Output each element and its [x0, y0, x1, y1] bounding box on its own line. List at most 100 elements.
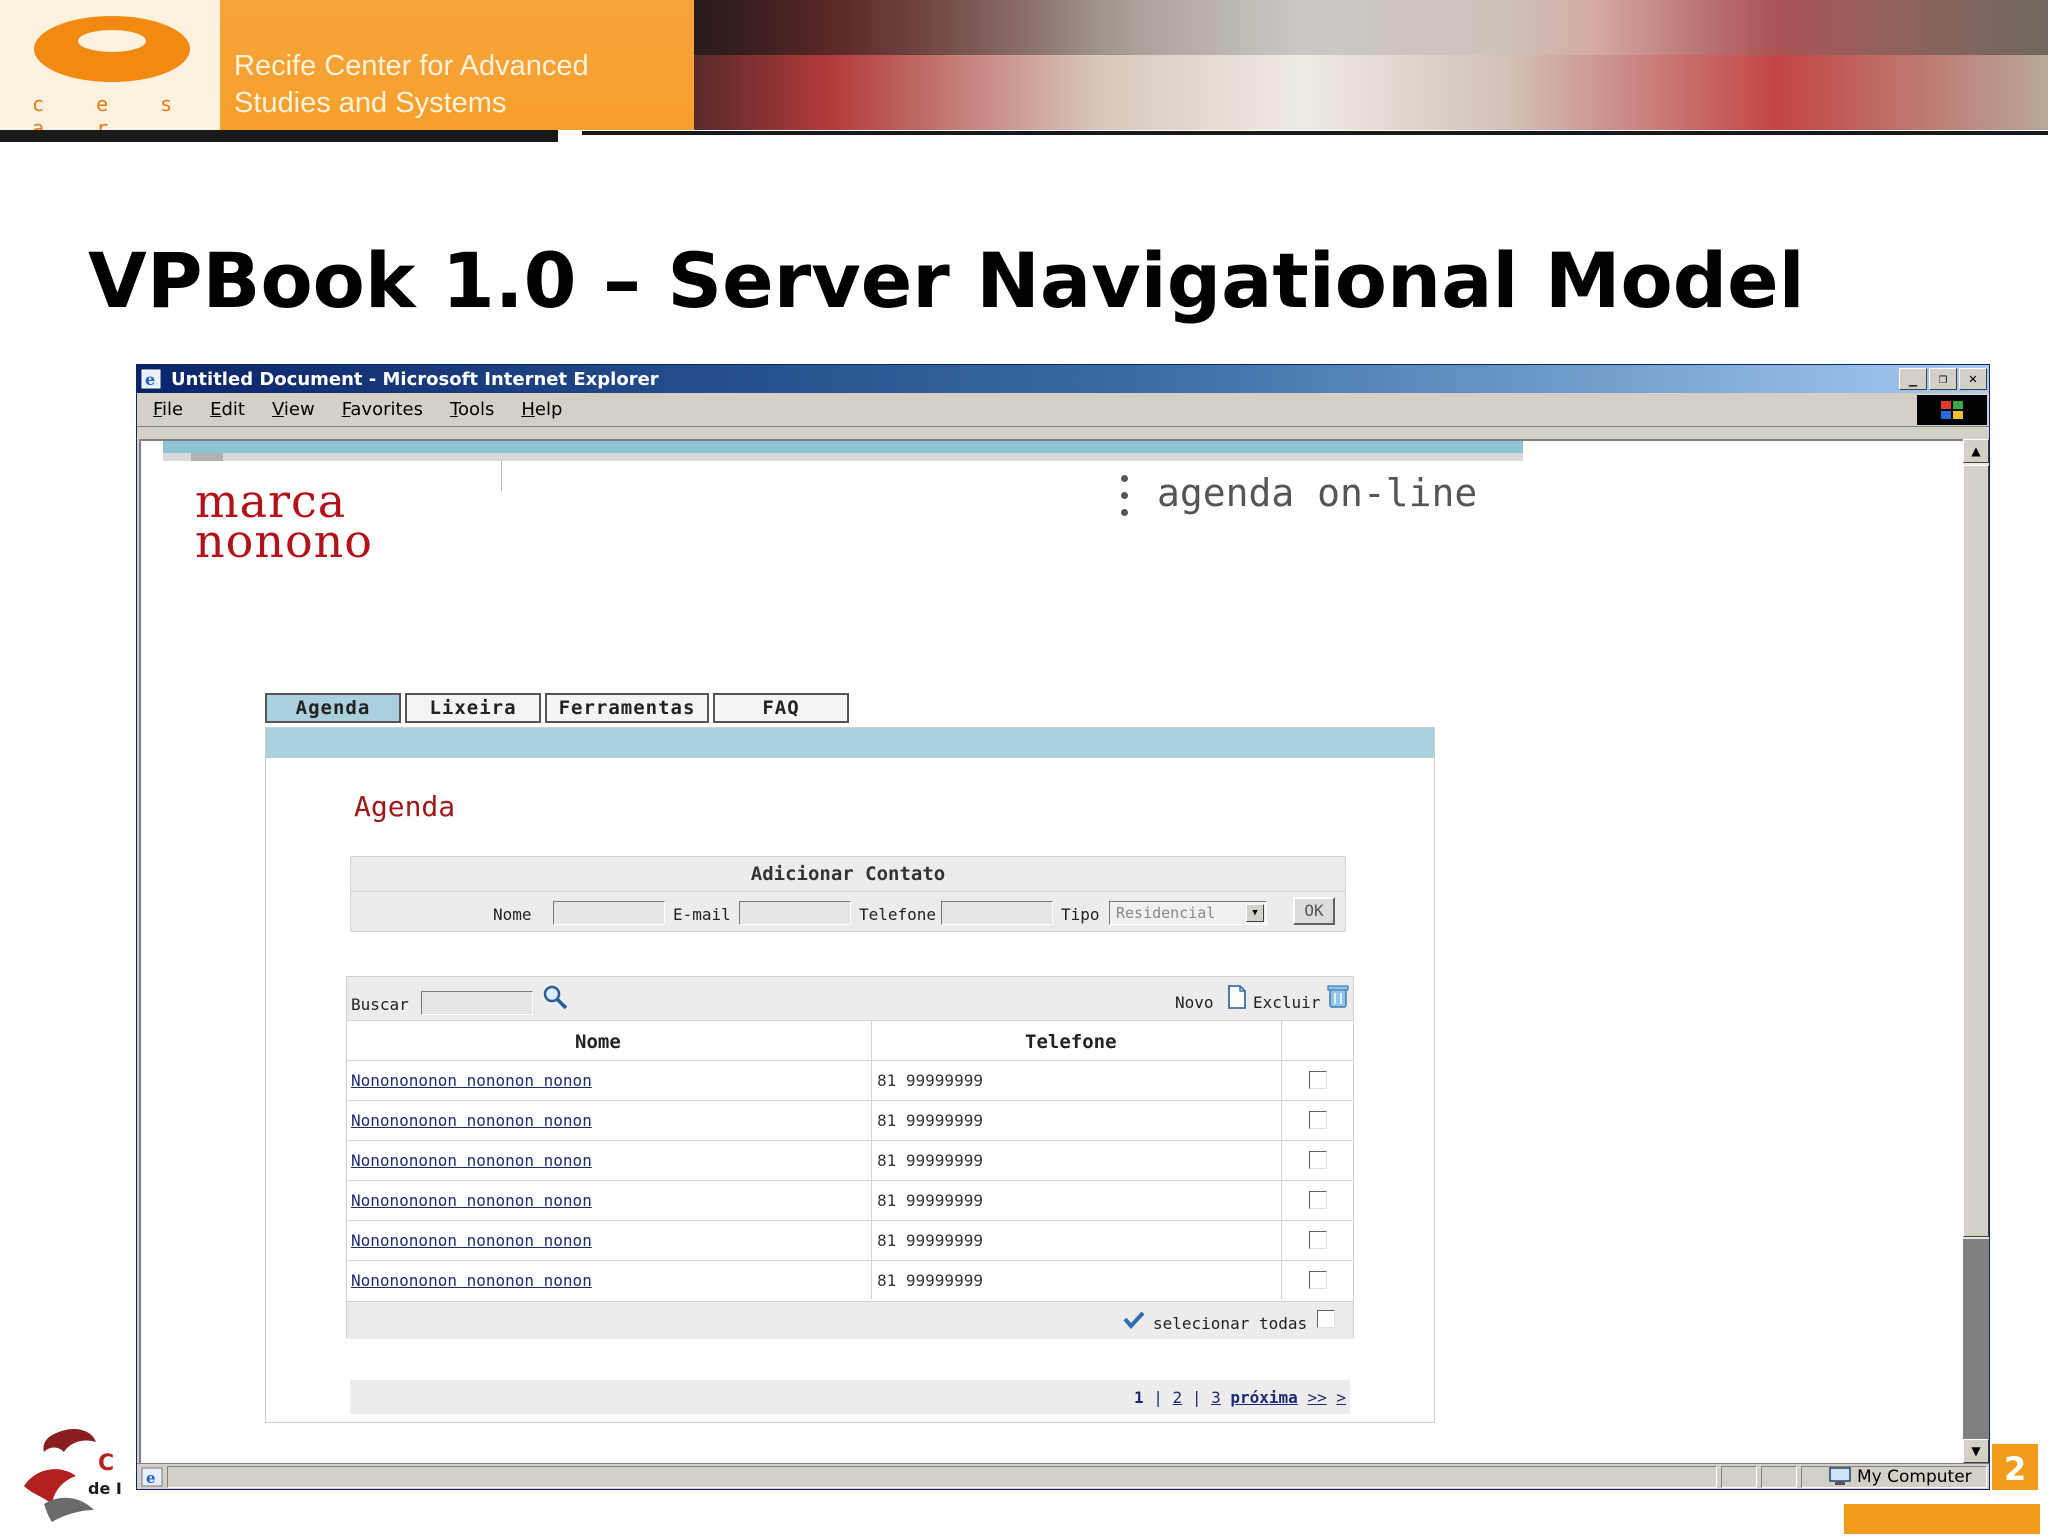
- list-header: Nome Telefone: [347, 1021, 1353, 1061]
- banner-rule-thin: [582, 131, 2048, 135]
- contact-list: Buscar Novo Excluir Nome Telefone Nonono…: [346, 976, 1354, 1339]
- row-checkbox[interactable]: [1309, 1151, 1327, 1169]
- page-viewport: marca nonono agenda on-line Agenda Lixei…: [139, 439, 1963, 1463]
- name-label: Nome: [493, 905, 532, 924]
- slide-banner: c e s a r Recife Center for Advanced Stu…: [0, 0, 2048, 140]
- cin-logo-icon: C de I: [24, 1428, 122, 1522]
- column-header-name[interactable]: Nome: [575, 1031, 621, 1053]
- menu-tools[interactable]: Tools: [450, 399, 494, 420]
- page-3-link[interactable]: 3: [1211, 1388, 1221, 1407]
- content-panel: Agenda Adicionar Contato Nome E-mail Tel…: [265, 727, 1435, 1423]
- tab-faq[interactable]: FAQ: [713, 693, 849, 723]
- table-row: Nononononon nononon nonon 81 99999999: [347, 1181, 1353, 1221]
- contact-name-link[interactable]: Nononononon nononon nonon: [351, 1111, 592, 1130]
- brand-line2: nonono: [195, 514, 373, 568]
- svg-text:e: e: [145, 370, 155, 389]
- menu-view[interactable]: View: [272, 399, 315, 420]
- page-2-link[interactable]: 2: [1173, 1388, 1183, 1407]
- minimize-icon[interactable]: _: [1899, 368, 1927, 390]
- contact-name-link[interactable]: Nononononon nononon nonon: [351, 1191, 592, 1210]
- menu-favorites[interactable]: Favorites: [342, 399, 423, 420]
- pagination: 1 | 2 | 3 próxima >> >: [350, 1380, 1350, 1414]
- last-page-link[interactable]: >>: [1307, 1388, 1326, 1407]
- select-all-checkbox[interactable]: [1317, 1310, 1335, 1328]
- ok-button[interactable]: OK: [1293, 897, 1335, 925]
- page-1[interactable]: 1: [1134, 1388, 1144, 1407]
- section-title: Agenda: [354, 790, 456, 823]
- contact-phone: 81 99999999: [877, 1151, 983, 1170]
- pagination-links: 1 | 2 | 3 próxima >> >: [1134, 1388, 1346, 1407]
- row-checkbox[interactable]: [1309, 1111, 1327, 1129]
- app-title: agenda on-line: [1157, 471, 1478, 515]
- window-controls: _ ❐ ✕: [1899, 368, 1987, 390]
- list-toolbar: Buscar Novo Excluir: [347, 977, 1353, 1021]
- page-top-stripe: [163, 441, 1523, 453]
- window-titlebar[interactable]: e Untitled Document - Microsoft Internet…: [137, 365, 1989, 393]
- banner-orange-panel: Recife Center for Advanced Studies and S…: [220, 0, 694, 130]
- end-page-link[interactable]: >: [1336, 1388, 1346, 1407]
- banner-text: Recife Center for Advanced Studies and S…: [234, 48, 589, 122]
- panel-header-bar: [266, 728, 1434, 758]
- trash-icon[interactable]: [1327, 983, 1349, 1009]
- scroll-thumb[interactable]: [1963, 465, 1989, 1237]
- browser-window: e Untitled Document - Microsoft Internet…: [136, 364, 1990, 1490]
- checkmark-icon: [1123, 1311, 1145, 1330]
- page-top-stripe-grey: [163, 453, 1523, 461]
- contact-name-link[interactable]: Nononononon nononon nonon: [351, 1071, 592, 1090]
- contact-phone: 81 99999999: [877, 1231, 983, 1250]
- table-row: Nononononon nononon nonon 81 99999999: [347, 1261, 1353, 1301]
- type-select[interactable]: Residencial ▼: [1109, 901, 1267, 925]
- menu-file[interactable]: File: [153, 399, 183, 420]
- contact-name-link[interactable]: Nononononon nononon nonon: [351, 1271, 592, 1290]
- list-footer: selecionar todas: [347, 1301, 1353, 1339]
- search-input[interactable]: [421, 991, 533, 1015]
- tab-bar: Agenda Lixeira Ferramentas FAQ: [265, 693, 849, 723]
- cesar-logo: c e s a r: [0, 0, 220, 140]
- phone-field[interactable]: [941, 901, 1053, 925]
- row-checkbox[interactable]: [1309, 1071, 1327, 1089]
- tab-ferramentas[interactable]: Ferramentas: [545, 693, 709, 723]
- row-checkbox[interactable]: [1309, 1231, 1327, 1249]
- row-checkbox[interactable]: [1309, 1191, 1327, 1209]
- row-checkbox[interactable]: [1309, 1271, 1327, 1289]
- name-field[interactable]: [553, 901, 665, 925]
- window-title: Untitled Document - Microsoft Internet E…: [171, 369, 659, 390]
- add-contact-form: Adicionar Contato Nome E-mail Telefone T…: [350, 856, 1346, 932]
- contact-phone: 81 99999999: [877, 1271, 983, 1290]
- tab-lixeira[interactable]: Lixeira: [405, 693, 541, 723]
- search-label: Buscar: [351, 995, 409, 1014]
- next-page-link[interactable]: próxima: [1230, 1388, 1297, 1407]
- vertical-scrollbar[interactable]: ▲ ▼: [1963, 439, 1989, 1463]
- banner-text-line1: Recife Center for Advanced: [234, 50, 589, 82]
- contact-name-link[interactable]: Nononononon nononon nonon: [351, 1151, 592, 1170]
- contact-phone: 81 99999999: [877, 1071, 983, 1090]
- page-status-icon: e: [141, 1467, 163, 1487]
- type-select-value: Residencial: [1116, 904, 1216, 922]
- email-field[interactable]: [739, 901, 851, 925]
- contact-name-link[interactable]: Nononononon nononon nonon: [351, 1231, 592, 1250]
- table-row: Nononononon nononon nonon 81 99999999: [347, 1141, 1353, 1181]
- menu-help[interactable]: Help: [521, 399, 562, 420]
- banner-text-line2: Studies and Systems: [234, 87, 507, 119]
- cesar-logo-ring-icon: [34, 16, 190, 82]
- restore-icon[interactable]: ❐: [1929, 368, 1957, 390]
- menu-edit[interactable]: Edit: [210, 399, 245, 420]
- column-header-phone[interactable]: Telefone: [1025, 1031, 1117, 1053]
- dropdown-arrow-icon[interactable]: ▼: [1246, 904, 1264, 922]
- brand-logo: marca nonono: [195, 478, 373, 568]
- svg-text:e: e: [146, 1469, 156, 1487]
- delete-label[interactable]: Excluir: [1253, 993, 1320, 1012]
- svg-text:de I: de I: [88, 1479, 122, 1498]
- header-divider: [501, 461, 502, 491]
- tab-agenda[interactable]: Agenda: [265, 693, 401, 723]
- type-label: Tipo: [1061, 905, 1100, 924]
- scroll-up-icon[interactable]: ▲: [1963, 439, 1989, 463]
- new-label[interactable]: Novo: [1175, 993, 1214, 1012]
- search-icon[interactable]: [541, 983, 569, 1011]
- phone-label: Telefone: [859, 905, 937, 924]
- close-icon[interactable]: ✕: [1959, 368, 1987, 390]
- table-row: Nononononon nononon nonon 81 99999999: [347, 1101, 1353, 1141]
- svg-text:C: C: [98, 1451, 114, 1476]
- ie-app-icon: e: [141, 369, 161, 389]
- new-document-icon[interactable]: [1227, 985, 1247, 1009]
